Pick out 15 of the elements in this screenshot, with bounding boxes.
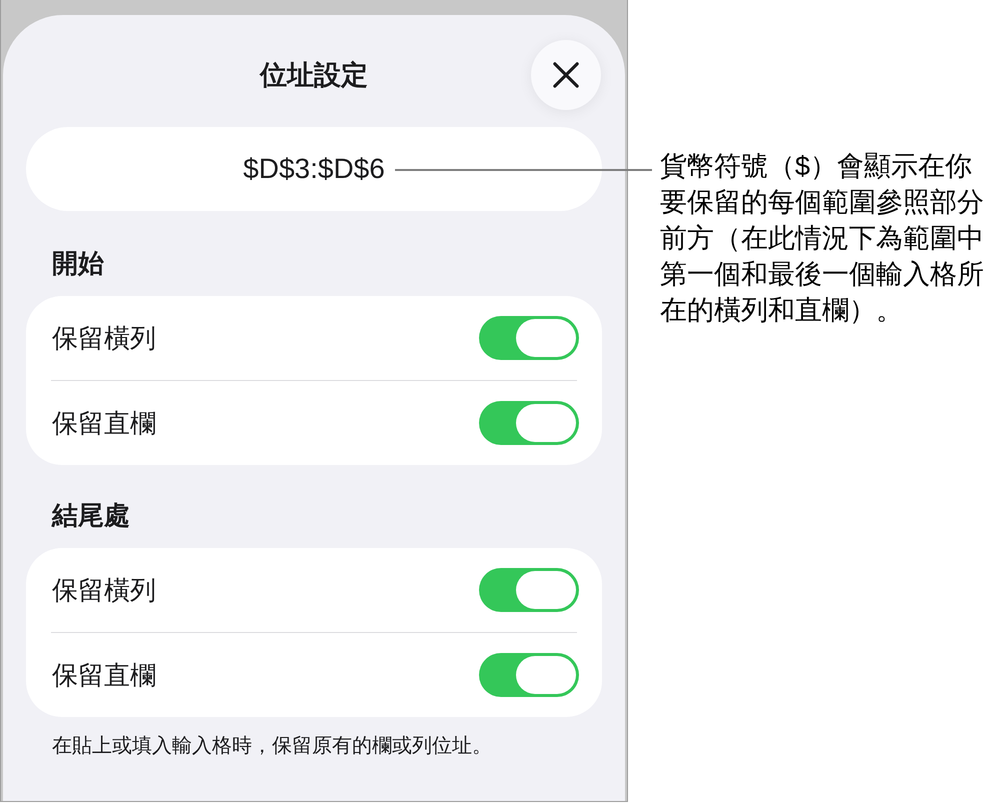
footnote-text: 在貼上或填入輸入格時，保留原有的欄或列位址。 (52, 734, 492, 759)
close-icon (553, 62, 579, 88)
section-heading: 開始 (52, 248, 104, 278)
section-heading: 結尾處 (52, 500, 130, 530)
toggle-switch[interactable] (479, 401, 579, 445)
toggle-label: 保留橫列 (52, 322, 156, 354)
sheet-title: 位址設定 (260, 59, 368, 91)
toggle-label: 保留橫列 (52, 574, 156, 606)
address-field[interactable]: $D$3:$D$6 (26, 127, 602, 211)
callout-text: 貨幣符號（$）會顯示在你要保留的每個範圍參照部分前方（在此情況下為範圍中第一個和最後一個輸入格所在的橫列和直欄）。 (660, 150, 985, 327)
toggle-switch[interactable] (479, 653, 579, 697)
toggle-switch[interactable] (479, 316, 579, 360)
toggle-label: 保留直欄 (52, 659, 156, 691)
toggle-switch[interactable] (479, 568, 579, 612)
toggle-label: 保留直欄 (52, 407, 156, 439)
